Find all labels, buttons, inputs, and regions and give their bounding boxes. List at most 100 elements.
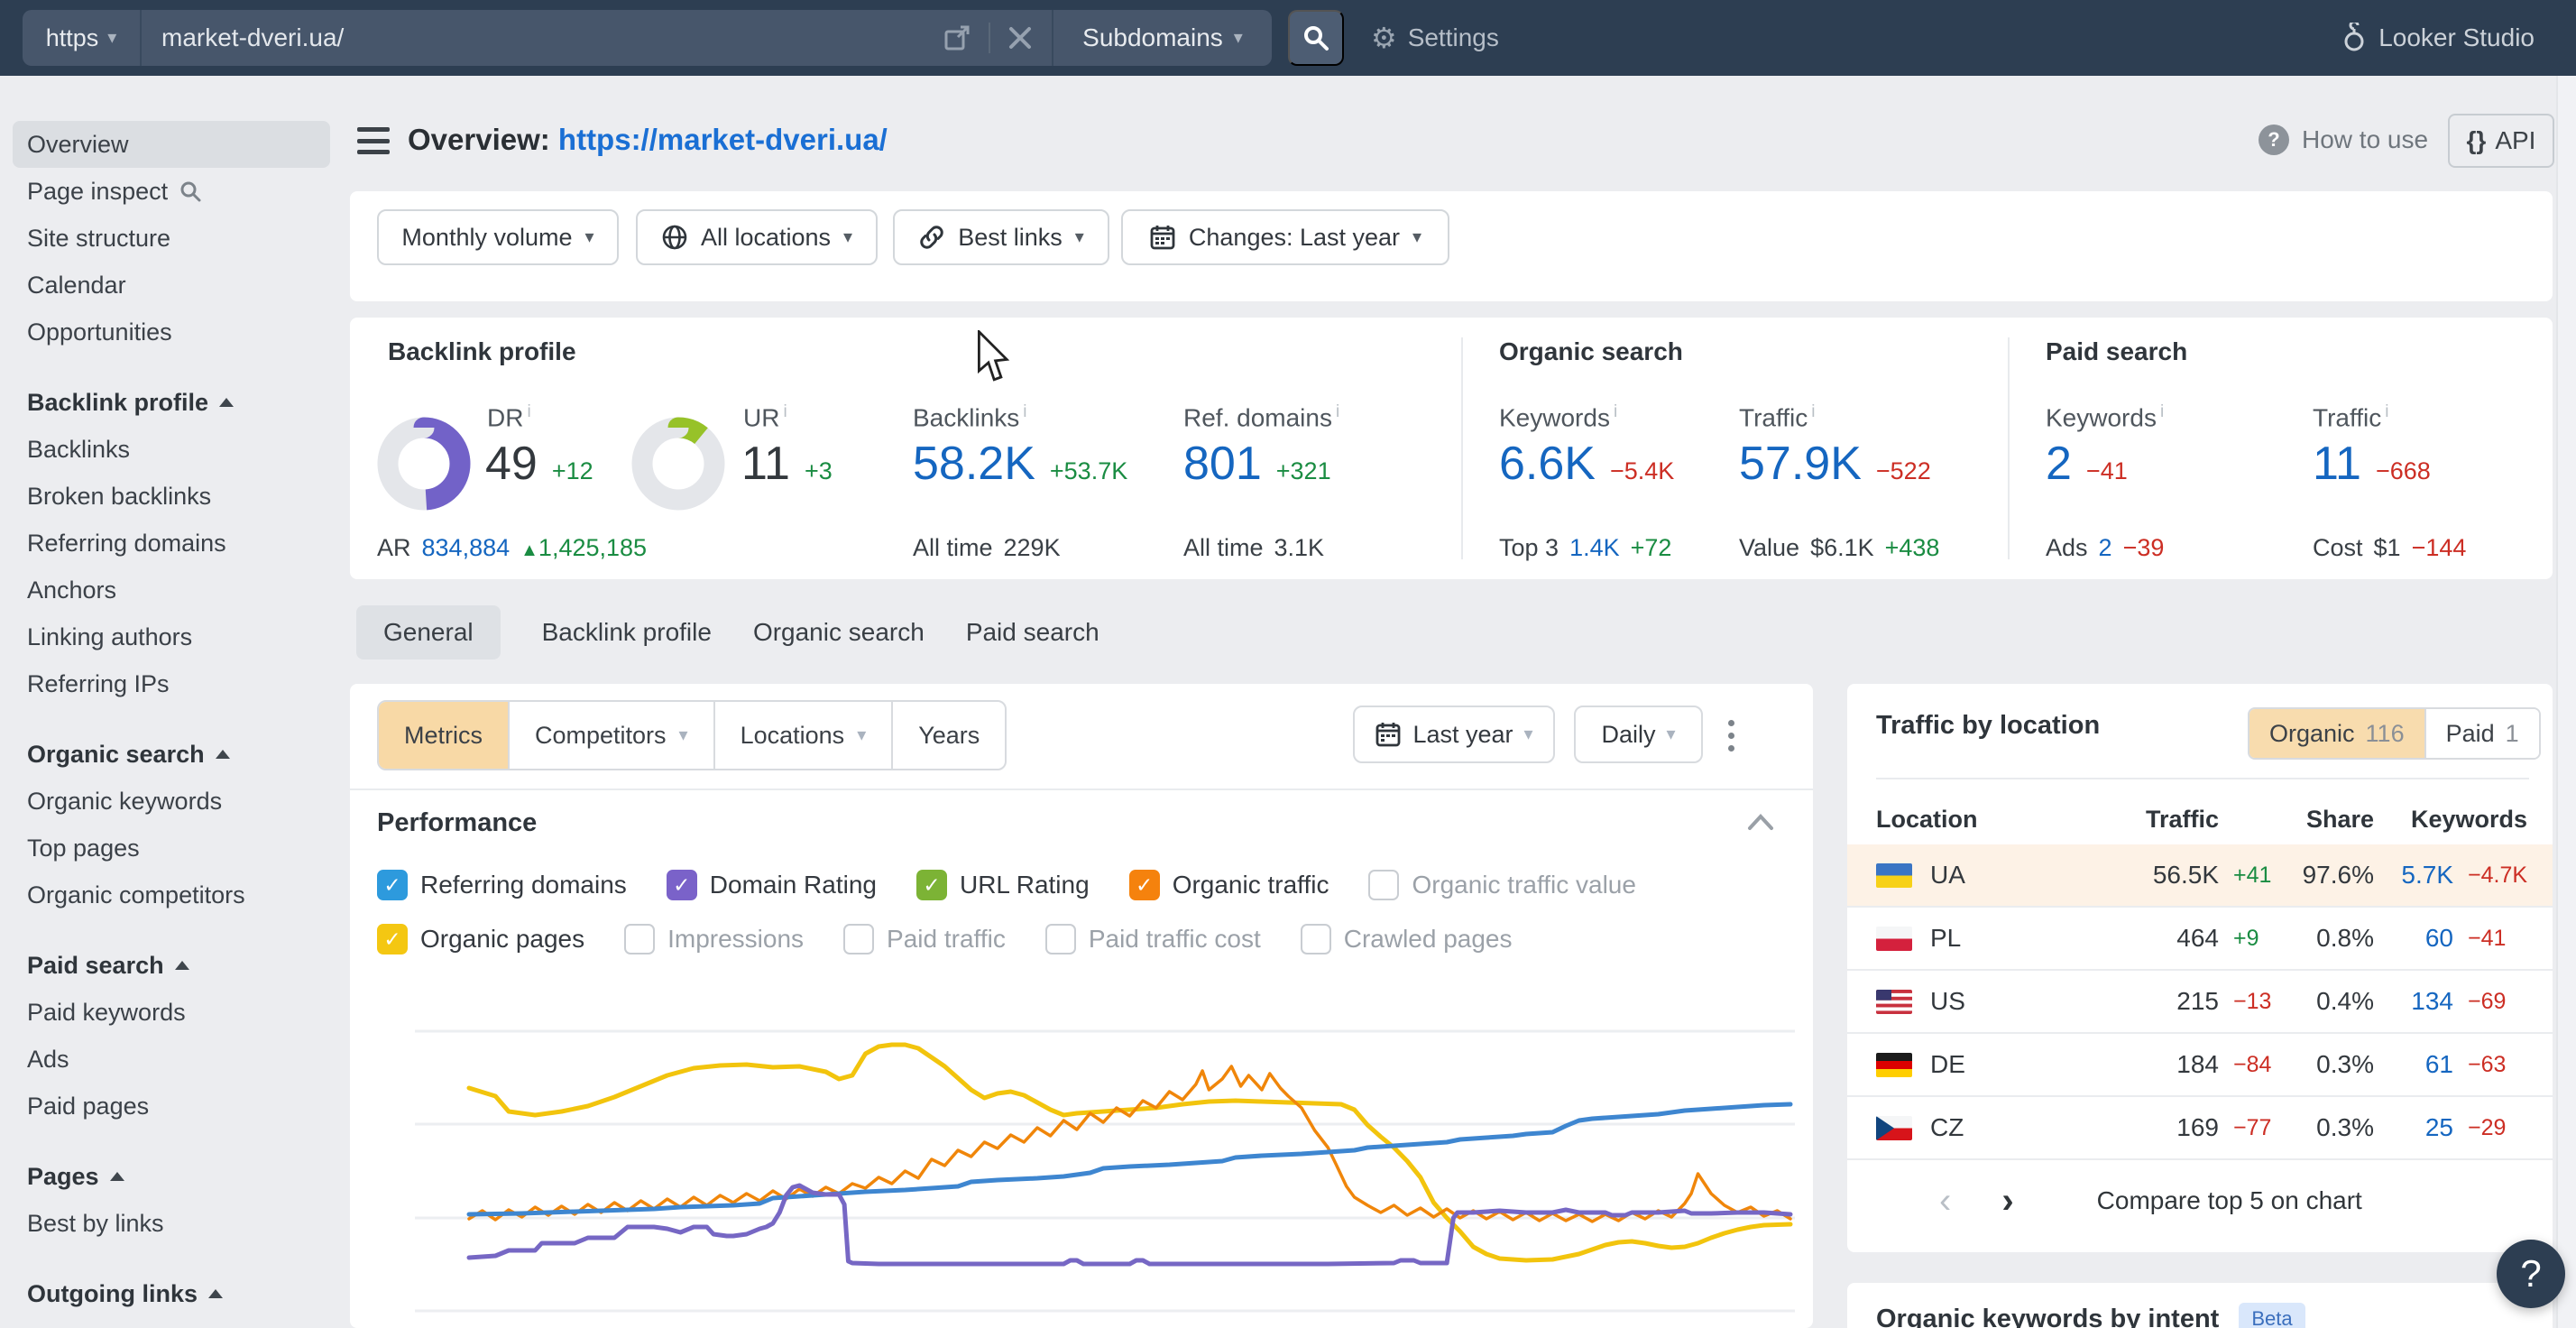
sidebar-item-best-by-links[interactable]: Best by links (0, 1200, 343, 1247)
ar-value[interactable]: 834,884 (422, 534, 511, 562)
sidebar-item-broken-backlinks[interactable]: Broken backlinks (0, 473, 343, 520)
search-button[interactable] (1288, 10, 1344, 66)
checkbox-referring-domains[interactable]: ✓Referring domains (377, 870, 627, 900)
checkbox-organic-traffic-value[interactable]: Organic traffic value (1368, 870, 1636, 900)
looker-studio-button[interactable]: Looker Studio (2341, 0, 2535, 76)
period-dropdown[interactable]: Last year▾ (1353, 706, 1555, 763)
checkbox-crawled-pages[interactable]: Crawled pages (1301, 924, 1513, 954)
gear-icon: ⚙ (1371, 23, 1397, 52)
sidebar-item-label: Opportunities (27, 318, 172, 346)
checkbox-icon (1045, 924, 1076, 954)
tab-paid-search[interactable]: Paid search (966, 618, 1099, 647)
checkbox-organic-pages[interactable]: ✓Organic pages (377, 924, 584, 954)
sidebar-item-ads[interactable]: Ads (0, 1036, 343, 1083)
tab-general[interactable]: General (356, 605, 501, 659)
backlinks-label: Backlinksi (913, 402, 1027, 432)
table-row-ua[interactable]: UA 56.5K +41 97.6% 5.7K −4.7K (1847, 844, 2553, 908)
checkbox-paid-traffic-cost[interactable]: Paid traffic cost (1045, 924, 1261, 954)
sidebar-item-site-structure[interactable]: Site structure (0, 215, 343, 262)
settings-button[interactable]: ⚙ Settings (1371, 0, 1499, 76)
help-button[interactable]: ? (2497, 1240, 2565, 1308)
backlinks-value[interactable]: 58.2K +53.7K (913, 437, 1127, 491)
subdomains-dropdown[interactable]: Subdomains ▾ (1052, 10, 1272, 66)
next-page-icon[interactable]: › (2001, 1181, 2013, 1222)
info-icon: i (2385, 402, 2388, 421)
organic-traffic-value[interactable]: 57.9K −522 (1739, 437, 1931, 491)
segment-locations[interactable]: Locations▾ (713, 702, 892, 769)
checkbox-impressions[interactable]: Impressions (624, 924, 804, 954)
sidebar-item-calendar[interactable]: Calendar (0, 262, 343, 309)
sidebar-item-organic-keywords[interactable]: Organic keywords (0, 778, 343, 825)
sidebar-section-pages[interactable]: Pages (0, 1153, 343, 1200)
paid-count: 1 (2506, 720, 2519, 748)
ref-domains-value[interactable]: 801 +321 (1183, 437, 1331, 491)
collapse-up-icon (216, 750, 230, 759)
paid-cost: Cost $1 −144 (2313, 534, 2466, 562)
api-label: API (2495, 126, 2535, 155)
external-link-icon[interactable] (943, 24, 971, 51)
scrollbar[interactable] (2556, 76, 2576, 1328)
divider (1876, 778, 2529, 779)
protocol-dropdown[interactable]: https ▾ (23, 10, 142, 66)
segment-metrics[interactable]: Metrics (379, 702, 508, 769)
checkbox-domain-rating[interactable]: ✓Domain Rating (667, 870, 877, 900)
sidebar-item-organic-competitors[interactable]: Organic competitors (0, 872, 343, 918)
location-table: UA 56.5K +41 97.6% 5.7K −4.7K PL 464 +9 … (1847, 844, 2553, 1160)
prev-page-icon[interactable]: ‹ (1939, 1181, 1951, 1222)
sidebar-item-backlinks[interactable]: Backlinks (0, 426, 343, 473)
locations-filter-dropdown[interactable]: All locations▾ (636, 209, 878, 265)
sidebar-item-anchors[interactable]: Anchors (0, 567, 343, 613)
performance-chart[interactable] (415, 992, 1795, 1328)
organic-keywords-value[interactable]: 6.6K −5.4K (1499, 437, 1674, 491)
ur-donut (631, 417, 725, 511)
target-url-link[interactable]: https://market-dveri.ua/ (558, 123, 888, 156)
table-row-de[interactable]: DE 184 −84 0.3% 61 −63 (1847, 1034, 2553, 1097)
sidebar-section-backlink-profile[interactable]: Backlink profile (0, 379, 343, 426)
sidebar-section-paid-search[interactable]: Paid search (0, 942, 343, 989)
toggle-organic[interactable]: Organic 116 (2249, 709, 2424, 758)
dr-label: DRi (487, 402, 531, 432)
sidebar-section-outgoing-links[interactable]: Outgoing links (0, 1270, 343, 1317)
checkbox-icon: ✓ (377, 924, 408, 954)
sidebar-item-paid-pages[interactable]: Paid pages (0, 1083, 343, 1130)
target-url-input[interactable]: market-dveri.ua/ (142, 10, 943, 66)
segment-competitors[interactable]: Competitors▾ (508, 702, 713, 769)
tab-backlink-profile[interactable]: Backlink profile (542, 618, 712, 647)
how-to-use-button[interactable]: ? How to use (2259, 124, 2428, 155)
protocol-label: https (46, 24, 99, 52)
api-button[interactable]: {} API (2448, 114, 2554, 168)
kebab-menu[interactable] (1728, 720, 1734, 752)
sidebar-section-organic-search[interactable]: Organic search (0, 731, 343, 778)
sidebar-item-top-pages[interactable]: Top pages (0, 825, 343, 872)
changes-period-dropdown[interactable]: Changes: Last year▾ (1121, 209, 1449, 265)
divider (350, 788, 1813, 790)
sidebar-item-referring-domains[interactable]: Referring domains (0, 520, 343, 567)
table-row-us[interactable]: US 215 −13 0.4% 134 −69 (1847, 971, 2553, 1034)
granularity-dropdown[interactable]: Daily▾ (1574, 706, 1703, 763)
toggle-paid[interactable]: Paid 1 (2424, 709, 2539, 758)
paid-keywords-value[interactable]: 2 −41 (2046, 437, 2128, 491)
sidebar-item-linked-domains[interactable]: Linked domains (0, 1317, 343, 1328)
sidebar-item-opportunities[interactable]: Opportunities (0, 309, 343, 355)
sidebar-item-page-inspect[interactable]: Page inspect (0, 168, 343, 215)
compare-top5-link[interactable]: Compare top 5 on chart (2097, 1186, 2362, 1215)
sidebar-item-linking-authors[interactable]: Linking authors (0, 613, 343, 660)
sidebar-item-paid-keywords[interactable]: Paid keywords (0, 989, 343, 1036)
sidebar-item-referring-ips[interactable]: Referring IPs (0, 660, 343, 707)
series-domain-rating (469, 1185, 1790, 1264)
checkbox-paid-traffic[interactable]: Paid traffic (843, 924, 1006, 954)
checkbox-organic-traffic[interactable]: ✓Organic traffic (1129, 870, 1329, 900)
volume-mode-dropdown[interactable]: Monthly volume▾ (377, 209, 619, 265)
table-row-cz[interactable]: CZ 169 −77 0.3% 25 −29 (1847, 1097, 2553, 1160)
info-icon: i (783, 402, 787, 421)
best-links-dropdown[interactable]: Best links▾ (893, 209, 1109, 265)
table-row-pl[interactable]: PL 464 +9 0.8% 60 −41 (1847, 908, 2553, 971)
checkbox-url-rating[interactable]: ✓URL Rating (916, 870, 1090, 900)
segment-years[interactable]: Years (891, 702, 1005, 769)
paid-traffic-value[interactable]: 11 −668 (2313, 437, 2431, 491)
clear-url-icon[interactable] (1008, 26, 1032, 50)
collapse-chevron-icon[interactable] (1746, 812, 1775, 832)
menu-toggle-icon[interactable] (357, 127, 390, 154)
tab-organic-search[interactable]: Organic search (753, 618, 925, 647)
sidebar-item-overview[interactable]: Overview (13, 121, 330, 168)
